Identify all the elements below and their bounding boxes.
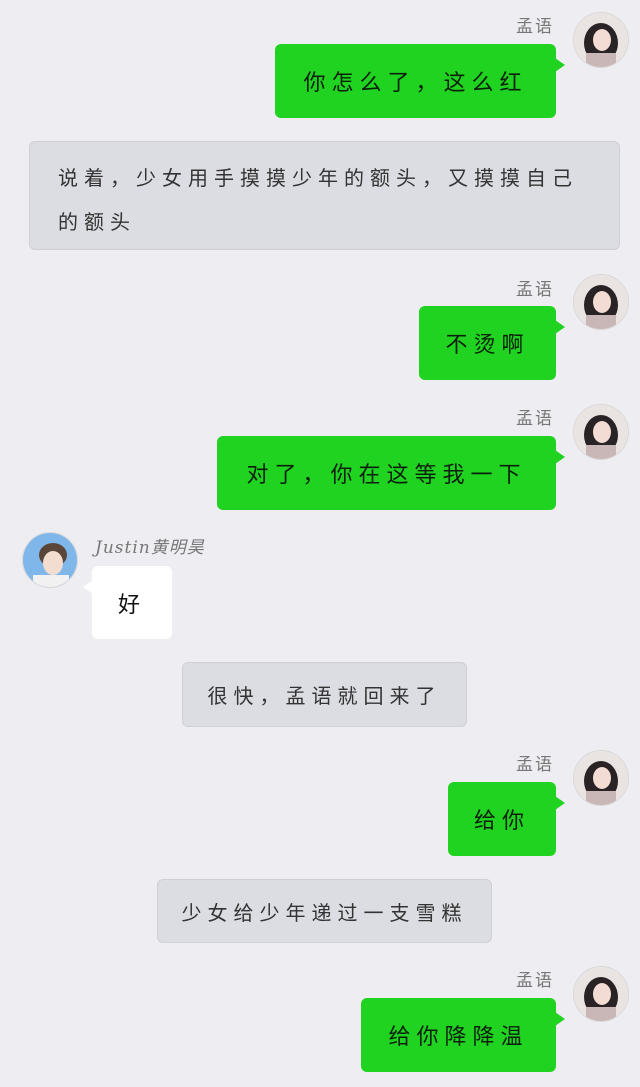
sender-name-me: 孟语: [516, 755, 554, 775]
avatar-me[interactable]: [573, 404, 629, 460]
message-bubble-me[interactable]: 给你降降温: [361, 998, 565, 1072]
narration-bubble[interactable]: 说着，少女用手摸摸少年的额头，又摸摸自己的额头: [29, 141, 620, 250]
avatar-girl-icon: [574, 967, 628, 1021]
avatar-me[interactable]: [573, 12, 629, 68]
avatar-me[interactable]: [573, 750, 629, 806]
avatar-me[interactable]: [573, 966, 629, 1022]
avatar-boy-icon: [23, 533, 77, 587]
narration-bubble[interactable]: 很快，孟语就回来了: [182, 662, 467, 727]
message-bubble-me[interactable]: 你怎么了，这么红: [275, 44, 565, 118]
message-bubble-me[interactable]: 对了，你在这等我一下: [217, 436, 565, 510]
sender-name-me: 孟语: [516, 409, 554, 429]
avatar-me[interactable]: [573, 274, 629, 330]
message-bubble-me[interactable]: 给你: [448, 782, 565, 856]
avatar-girl-icon: [574, 275, 628, 329]
narration-bubble[interactable]: 少女给少年递过一支雪糕: [157, 879, 492, 943]
sender-name-me: 孟语: [516, 971, 554, 991]
message-bubble-me[interactable]: 不烫啊: [419, 306, 565, 380]
avatar-other[interactable]: [22, 532, 78, 588]
sender-name-other: Justin黄明昊: [95, 538, 205, 558]
sender-name-me: 孟语: [516, 280, 554, 300]
sender-name-me: 孟语: [516, 17, 554, 37]
message-bubble-other[interactable]: 好: [83, 566, 172, 639]
avatar-girl-icon: [574, 13, 628, 67]
avatar-girl-icon: [574, 751, 628, 805]
avatar-girl-icon: [574, 405, 628, 459]
